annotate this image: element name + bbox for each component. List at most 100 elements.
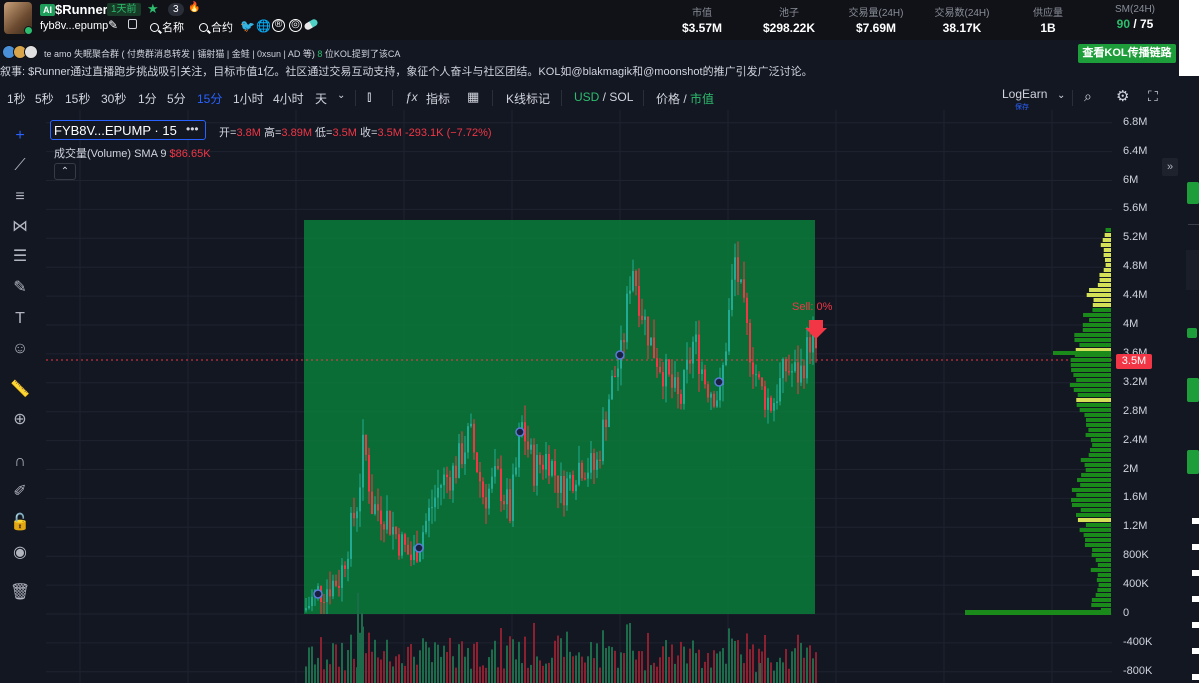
volume-bar [461,641,463,683]
volume-profile-bar [1090,568,1111,572]
trade-marker-icon[interactable] [313,589,323,599]
volume-bar [554,640,556,683]
collapse-legend-button[interactable]: ⌃ [54,163,76,180]
candle-body [548,453,550,476]
volume-bar [416,664,418,683]
currency-usd[interactable]: USD [574,90,599,104]
currency-toggle[interactable]: USD / SOL [574,90,633,104]
kline-mark-button[interactable]: K线标记 [506,90,550,107]
indicators-button[interactable]: 指标 [426,90,450,107]
volume-profile-bar [1083,313,1111,317]
trade-marker-icon[interactable] [615,350,625,360]
pump-pill-icon[interactable] [303,17,319,32]
interval-5s[interactable]: 5秒 [35,90,54,107]
volume-profile-bar [1099,273,1111,277]
volume-profile-bar [1079,408,1111,412]
zoom-search-icon[interactable]: ⌕ [1084,88,1092,105]
search-name-button[interactable]: 名称 [150,19,184,35]
volume-bar [332,643,334,683]
toolbar-divider [355,90,356,106]
kol-avatar[interactable] [24,45,38,59]
interval-5m[interactable]: 5分 [167,90,186,107]
volume-profile-bar [1085,523,1111,527]
star-icon[interactable]: ★ [147,1,159,17]
volume-bar [620,652,622,683]
candle-body [434,497,436,508]
price-mcap-toggle[interactable]: 价格 / 市值 [656,90,714,107]
candle-body [773,402,775,411]
currency-sol[interactable]: SOL [609,90,633,104]
candle-body [509,489,511,521]
volume-bar [311,646,313,683]
interval-1d[interactable]: 天 [315,90,327,107]
candle-body [530,444,532,450]
trade-marker-icon[interactable] [714,377,724,387]
trade-marker-icon[interactable] [515,427,525,437]
logearn-dropdown-icon[interactable]: ⌄ [1057,90,1065,101]
volume-bar [782,662,784,683]
mcap-label[interactable]: 市值 [690,92,714,106]
volume-profile-bar [1091,603,1111,607]
candle-body [356,511,358,519]
price-chart[interactable] [0,110,1180,683]
candle-body [503,501,505,505]
website-icon[interactable]: 🌐 [256,19,271,33]
candle-body [788,371,790,373]
layout-grid-icon[interactable]: ▦ [467,89,479,105]
stat-trades-24h: 交易数(24H) 38.17K [934,8,990,35]
volume-profile-bar [1089,318,1111,322]
volume-profile-bar [1073,373,1111,377]
interval-15s[interactable]: 15秒 [65,90,90,107]
interval-15m[interactable]: 15分 [197,90,222,107]
expand-right-panel-icon[interactable]: » [1162,158,1178,176]
volume-profile-bar [1086,293,1111,297]
copy-icon[interactable] [128,19,137,29]
candle-body [659,366,661,373]
indicator-icon[interactable]: ƒx [405,90,418,104]
explorer-icon[interactable]: ® [272,19,285,32]
volume-bar [650,665,652,683]
settings-gear-icon[interactable]: ⚙ [1116,87,1129,105]
volume-profile-bar [1080,458,1111,462]
interval-4h[interactable]: 4小时 [273,90,304,107]
price-axis-tick: 400K [1123,578,1149,591]
candle-type-icon[interactable]: ⫾ [367,88,371,105]
twitter-icon[interactable]: 🐦 [240,19,255,33]
volume-bar [759,663,761,683]
interval-dropdown-icon[interactable]: ⌄ [337,90,345,101]
view-kol-chain-button[interactable]: 查看KOL传播链路 [1078,44,1176,63]
edit-icon[interactable]: ✎ [108,18,118,32]
volume-profile-bar [1084,463,1111,467]
interval-1s[interactable]: 1秒 [7,90,26,107]
price-label[interactable]: 价格 [656,92,680,106]
symbol-name[interactable]: FYB8V...EPUMP · 15 [54,123,177,138]
candle-body [494,466,496,477]
search-contract-label: 合约 [211,22,233,34]
volume-bar [764,634,766,683]
volume-bar [524,636,526,683]
fullscreen-icon[interactable]: ⛶ [1148,88,1158,105]
candle-body [800,365,802,383]
info-icon[interactable]: ◎ [289,19,302,32]
interval-30s[interactable]: 30秒 [101,90,126,107]
search-contract-button[interactable]: 合约 [199,19,233,35]
volume-bar [569,651,571,683]
candle-body [596,459,598,470]
volume-bar [347,650,349,683]
volume-bar [692,640,694,683]
more-options-icon[interactable]: ••• [186,122,199,136]
logearn-button[interactable]: LogEarn [1002,87,1047,101]
candle-body [512,474,514,521]
interval-1h[interactable]: 1小时 [233,90,264,107]
volume-bar [800,642,802,683]
trade-marker-icon[interactable] [414,543,424,553]
price-axis-tick: 5.2M [1123,231,1148,244]
volume-profile-bar [1088,453,1111,457]
toolbar-divider [1072,90,1073,106]
candle-body [467,426,469,453]
candle-body [593,453,595,470]
interval-1m[interactable]: 1分 [138,90,157,107]
token-address: fyb8v...epump [40,20,109,32]
volume-bar [380,659,382,683]
flame-count: 3 [168,3,184,16]
